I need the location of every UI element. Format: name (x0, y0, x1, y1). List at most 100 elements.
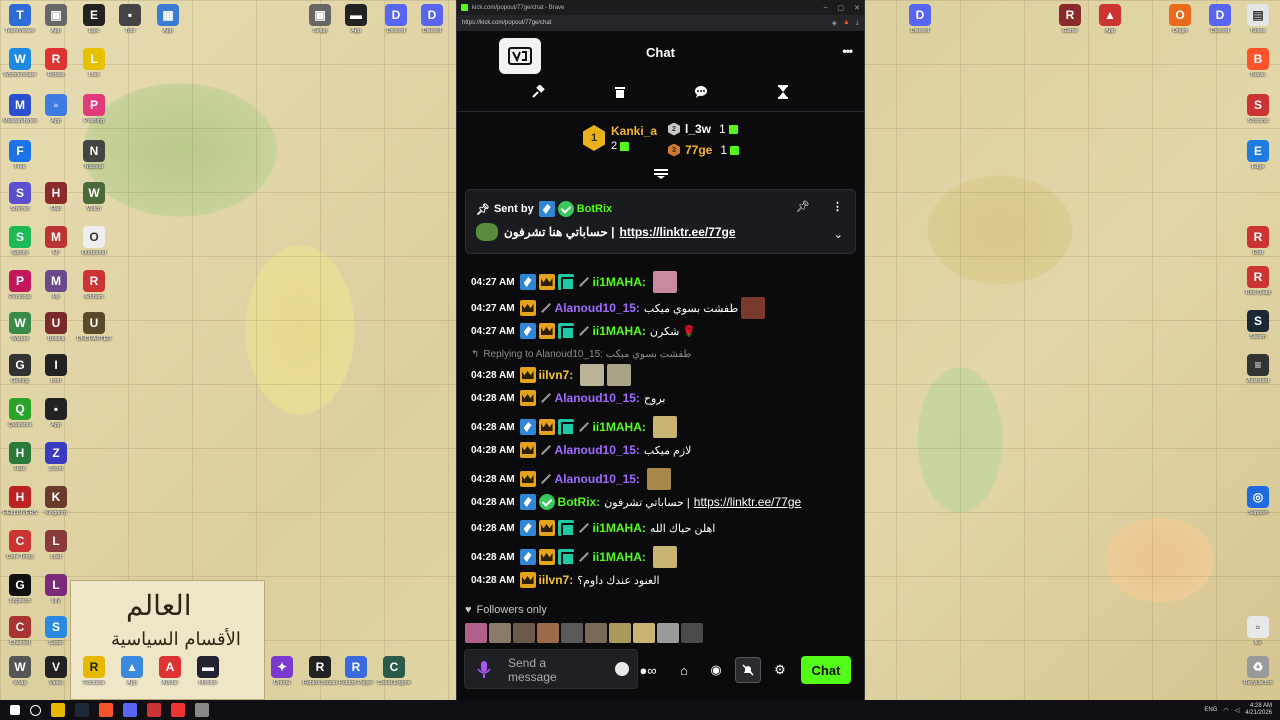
desktop-icon[interactable]: ▬ Monitor (188, 656, 228, 687)
message-username[interactable]: Alanoud10_15: (555, 443, 640, 457)
settings-gear-icon[interactable]: ⚙ (767, 657, 793, 683)
avatar[interactable] (513, 623, 535, 643)
message-username[interactable]: Alanoud10_15: (555, 391, 640, 405)
reply-preview[interactable]: ↰ Replying to Alanoud10_15: طفشت بسوي مي… (471, 349, 691, 360)
chat-message[interactable]: 04:28 AM iilvn7: العنود عندك داوم؟ (471, 572, 660, 588)
hourglass-icon[interactable] (775, 84, 791, 100)
windows-start-icon[interactable] (10, 705, 20, 715)
chat-message[interactable]: 04:28 AM ii1MAHA: (471, 546, 677, 568)
desktop-icon[interactable]: ▦ App (148, 4, 188, 35)
message-username[interactable]: ii1MAHA: (593, 420, 646, 434)
avatar[interactable] (585, 623, 607, 643)
url-field[interactable]: https://kick.com/popout/77ge/chat (462, 20, 832, 26)
avatar[interactable] (465, 623, 487, 643)
desktop-icon[interactable]: R Roblox (36, 48, 76, 79)
desktop-icon[interactable]: M Mr (36, 226, 76, 257)
desktop-icon[interactable]: ♻ Recycle Bin (1238, 656, 1278, 687)
desktop-icon[interactable]: R Roblox Player (336, 656, 376, 687)
desktop-icon[interactable]: H HELLDIVERS (0, 486, 40, 517)
desktop-icon[interactable]: ▪ Tool (110, 4, 150, 35)
quick-emotes-icon[interactable]: ●∞ (631, 657, 665, 683)
desktop-icon[interactable]: B Brave (1238, 48, 1278, 79)
chat-message[interactable]: 04:27 AM ii1MAHA: شكرن 🌹 (471, 323, 696, 340)
desktop-icon[interactable]: P Personal (0, 270, 40, 301)
desktop-icon[interactable]: ▪ App (36, 398, 76, 429)
desktop-icon[interactable]: M Malwarebytes (0, 94, 40, 125)
desktop-icon[interactable]: C Cheat Engine (374, 656, 414, 687)
desktop-icon[interactable]: C Core Temp (0, 530, 40, 561)
app-icon[interactable] (171, 703, 185, 717)
pinned-link[interactable]: https://linktr.ee/77ge (620, 225, 736, 239)
desktop-icon[interactable]: D Discord (900, 4, 940, 35)
avatar[interactable] (489, 623, 511, 643)
download-icon[interactable]: ⤓ (856, 19, 859, 27)
minimize-button[interactable]: – (824, 4, 828, 12)
steam-icon[interactable] (75, 703, 89, 717)
message-username[interactable]: Alanoud10_15: (555, 472, 640, 486)
desktop-icon[interactable]: ▬ App (336, 4, 376, 35)
message-username[interactable]: Alanoud10_15: (555, 301, 640, 315)
desktop-icon[interactable]: ◎ Support (1238, 486, 1278, 517)
desktop-icon[interactable]: D Discord (376, 4, 416, 35)
pinned-sender-name[interactable]: BotRix (577, 203, 612, 215)
desktop-icon[interactable]: O Outbound (74, 226, 114, 257)
chat-message[interactable]: 04:28 AM ii1MAHA: (471, 416, 677, 438)
desktop-icon[interactable]: ▣ Setup (300, 4, 340, 35)
desktop-icon[interactable]: I Icon (36, 354, 76, 385)
desktop-icon[interactable]: U UNCHARTED (74, 312, 114, 343)
desktop-icon[interactable]: H Hide (0, 442, 40, 473)
desktop-icon[interactable]: E Epic (74, 4, 114, 35)
desktop-icon[interactable]: U Unlock (36, 312, 76, 343)
message-username[interactable]: ii1MAHA: (593, 521, 646, 535)
avatar[interactable] (609, 623, 631, 643)
desktop-icon[interactable]: R Red (1238, 226, 1278, 257)
desktop-icon[interactable]: V Video (36, 656, 76, 687)
chat-message[interactable]: 04:27 AM ii1MAHA: (471, 271, 677, 293)
volume-icon[interactable]: ◁ (1235, 707, 1240, 714)
desktop-icon[interactable]: R Arkham (74, 270, 114, 301)
desktop-icon[interactable]: W Witch (74, 182, 114, 213)
desktop-icon[interactable]: N Nuclear (74, 140, 114, 171)
desktop-icon[interactable]: R Game (1050, 4, 1090, 35)
discord-icon[interactable] (123, 703, 137, 717)
leaderboard-expand-icon[interactable] (654, 169, 668, 179)
desktop-icon[interactable]: D Discord (412, 4, 452, 35)
desktop-icon[interactable]: K Kingdom (36, 486, 76, 517)
desktop-icon[interactable]: T TeamViewer (0, 4, 40, 35)
message-input[interactable]: Send a message (464, 649, 638, 689)
pinned-more-icon[interactable]: ⋮ (832, 200, 843, 213)
desktop-icon[interactable]: G Logitech (0, 574, 40, 605)
desktop-icon[interactable]: ▤ Notes (1238, 4, 1278, 35)
message-link[interactable]: https://linktr.ee/77ge (694, 495, 801, 509)
language-indicator[interactable]: ENG (1204, 707, 1217, 713)
chevron-down-icon[interactable]: ⌄ (834, 228, 843, 241)
desktop-icon[interactable]: ▣ App (36, 4, 76, 35)
desktop-icon[interactable]: O Origin (1160, 4, 1200, 35)
send-chat-button[interactable]: Chat (801, 656, 851, 684)
desktop-icon[interactable]: ▲ App (1090, 4, 1130, 35)
desktop-icon[interactable]: ▫ App (36, 94, 76, 125)
leaderboard-second[interactable]: 2 l_3w 1 (668, 122, 738, 136)
desktop-icon[interactable]: S Super (36, 616, 76, 647)
unpin-icon[interactable]: 📌︎ (796, 200, 810, 213)
leaderboard-first[interactable]: 1 Kanki_a 2 (583, 124, 657, 152)
desktop-icon[interactable]: G Getting (0, 354, 40, 385)
desktop-icon[interactable]: S Steam (1238, 310, 1278, 341)
wifi-icon[interactable]: ◠ (1223, 707, 1228, 714)
desktop-icon[interactable]: L Last (36, 530, 76, 561)
message-username[interactable]: iilvn7: (539, 368, 574, 382)
chat-bubble-icon[interactable]: ◉ (703, 657, 729, 683)
more-options-button[interactable]: ••• (842, 44, 853, 58)
search-icon[interactable] (30, 704, 41, 716)
desktop-icon[interactable]: C Chained (0, 616, 40, 647)
avatar[interactable] (633, 623, 655, 643)
avatar[interactable] (561, 623, 583, 643)
desktop-icon[interactable]: P Pushing (74, 94, 114, 125)
desktop-icon[interactable]: E Edge (1238, 140, 1278, 171)
leaderboard-third[interactable]: 3 77ge 1 (668, 143, 740, 157)
desktop-icon[interactable]: A Adobe (150, 656, 190, 687)
trash-icon[interactable] (612, 84, 628, 100)
message-username[interactable]: ii1MAHA: (593, 275, 646, 289)
desktop-icon[interactable]: ✦ Unreal (262, 656, 302, 687)
desktop-icon[interactable]: L Lily (36, 574, 76, 605)
